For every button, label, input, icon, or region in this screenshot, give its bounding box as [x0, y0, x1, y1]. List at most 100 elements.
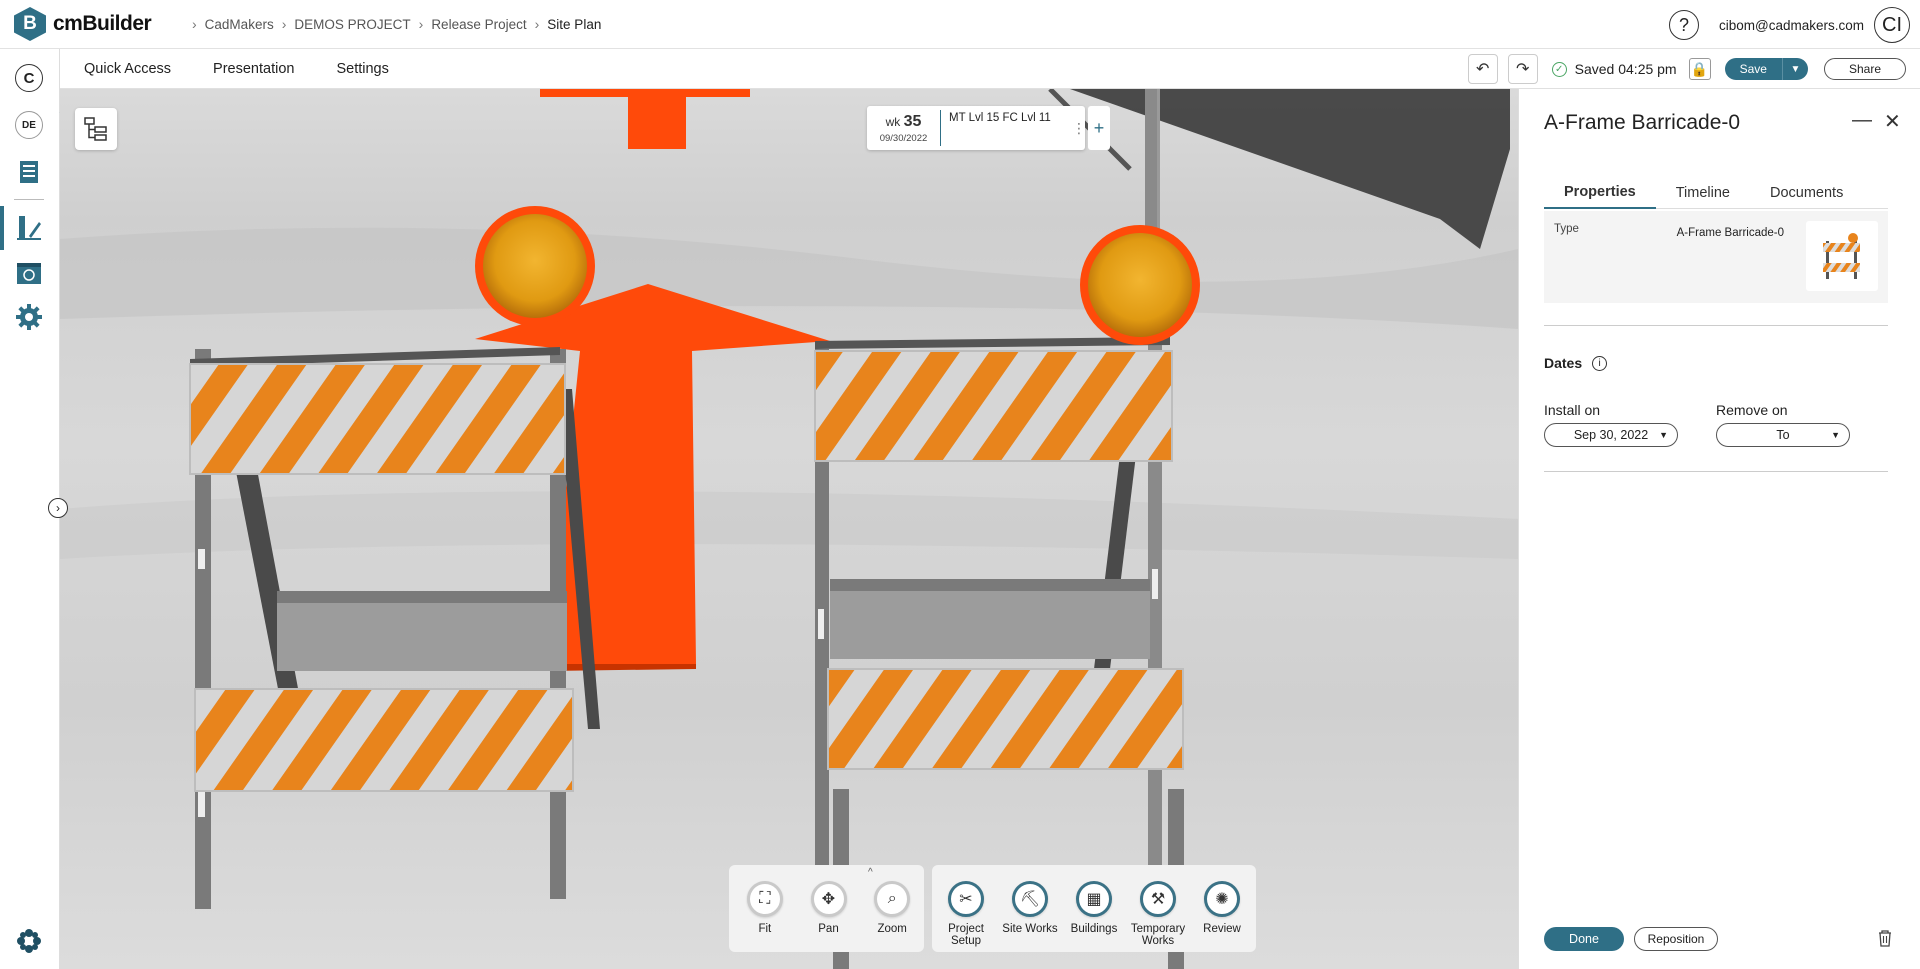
- fit-icon: ⛶: [746, 881, 783, 917]
- fit-tool[interactable]: ⛶ Fit: [733, 881, 797, 952]
- info-icon[interactable]: i: [1592, 355, 1608, 371]
- user-avatar[interactable]: CI: [1874, 7, 1910, 43]
- arrow-marking: [548, 664, 696, 671]
- save-options-button[interactable]: ▼: [1781, 58, 1808, 80]
- kebab-menu-icon[interactable]: ⋮: [1072, 106, 1086, 150]
- top-header: B cmBuilder › CadMakers › DEMOS PROJECT …: [0, 0, 1920, 49]
- tab-documents[interactable]: Documents: [1750, 177, 1863, 209]
- excavator-icon: ⛏: [1012, 881, 1048, 917]
- model-tree-button[interactable]: [75, 108, 117, 150]
- caret-down-icon: ▼: [1659, 430, 1668, 440]
- expand-rail-button[interactable]: ›: [48, 498, 68, 518]
- divider: [1544, 471, 1888, 472]
- undo-icon: ↶: [1475, 61, 1490, 78]
- review-tool[interactable]: ✺ Review: [1190, 881, 1254, 952]
- undo-button[interactable]: ↶: [1467, 54, 1498, 84]
- add-week-button[interactable]: +: [1088, 106, 1110, 150]
- breadcrumb-company[interactable]: CadMakers: [205, 17, 274, 32]
- type-label: Type: [1554, 223, 1579, 235]
- zoom-tool[interactable]: ⌕ Zoom: [860, 881, 924, 952]
- arrow-marking-top: [628, 89, 686, 149]
- chevron-right-icon: ›: [534, 16, 540, 32]
- menu-settings[interactable]: Settings: [336, 61, 388, 77]
- navigation-toolbar: ^ ⛶ Fit ✥ Pan ⌕ Zoom: [729, 865, 924, 952]
- saved-status: ✓ Saved 04:25 pm: [1551, 61, 1677, 77]
- user-email[interactable]: cibom@cadmakers.com: [1719, 18, 1864, 33]
- rail-site-plan[interactable]: [11, 210, 47, 246]
- rail-calendar[interactable]: [11, 255, 47, 291]
- type-value: A-Frame Barricade-0: [1676, 227, 1784, 239]
- close-icon[interactable]: ✕: [1884, 109, 1901, 134]
- breadcrumb-current: Site Plan: [547, 16, 602, 32]
- app-logo[interactable]: B cmBuilder: [14, 7, 164, 41]
- week-number: 35: [903, 112, 922, 130]
- redo-button[interactable]: ↷: [1507, 54, 1538, 84]
- install-date-select[interactable]: Sep 30, 2022 ▼: [1544, 423, 1678, 447]
- save-button[interactable]: Save: [1724, 58, 1782, 80]
- project-switch[interactable]: DE: [11, 107, 47, 143]
- active-indicator: [0, 206, 4, 250]
- save-group: Save ▼: [1724, 58, 1808, 80]
- temporary-works-tool[interactable]: ⚒ Temporary Works: [1126, 881, 1190, 952]
- breadcrumb-release[interactable]: Release Project: [431, 17, 526, 32]
- panel-title: A-Frame Barricade-0: [1544, 111, 1741, 134]
- remove-date-select[interactable]: To ▼: [1716, 423, 1850, 447]
- tool-label: Review: [1203, 923, 1241, 935]
- apps-menu[interactable]: [11, 923, 47, 959]
- barricade-thumbnail: [1806, 221, 1878, 291]
- company-icon: C: [15, 64, 43, 92]
- remove-date-value: To: [1776, 428, 1790, 442]
- main-toolbar: ✂ Project Setup ⛏ Site Works ▦ Buildings…: [932, 865, 1256, 952]
- zoom-icon: ⌕: [874, 881, 911, 917]
- tool-label: Fit: [758, 923, 772, 935]
- reposition-button[interactable]: Reposition: [1634, 927, 1718, 951]
- pencil-ruler-icon: [17, 216, 41, 240]
- trash-svg: [1879, 930, 1891, 947]
- project-icon: DE: [15, 111, 43, 139]
- pan-tool[interactable]: ✥ Pan: [797, 881, 861, 952]
- done-button[interactable]: Done: [1544, 927, 1624, 951]
- site-plan-scene[interactable]: [60, 89, 1518, 969]
- rail-schedule[interactable]: [11, 154, 47, 190]
- tool-label: Pan: [818, 923, 839, 935]
- 3d-viewport[interactable]: wk 35 09/30/2022 MT Lvl 15 FC Lvl 11 ⋮ +…: [60, 89, 1518, 969]
- week-card[interactable]: wk 35 09/30/2022 MT Lvl 15 FC Lvl 11 ⋮: [867, 106, 1086, 150]
- crane-icon: ⚒: [1140, 881, 1176, 917]
- company-switch[interactable]: C: [11, 60, 47, 96]
- rail-settings[interactable]: [11, 299, 47, 335]
- menu-quick-access[interactable]: Quick Access: [84, 61, 171, 77]
- minimize-icon[interactable]: —: [1852, 109, 1872, 132]
- tools-icon: ✂: [948, 881, 984, 917]
- share-button[interactable]: Share: [1823, 58, 1906, 80]
- tab-properties[interactable]: Properties: [1544, 177, 1656, 209]
- lock-icon[interactable]: 🔒: [1688, 58, 1711, 80]
- trash-icon[interactable]: [1875, 927, 1895, 949]
- panel-tabs: Properties Timeline Documents: [1544, 177, 1888, 209]
- tool-label: Temporary Works: [1130, 923, 1186, 947]
- site-works-tool[interactable]: ⛏ Site Works: [998, 881, 1062, 952]
- project-setup-tool[interactable]: ✂ Project Setup: [934, 881, 998, 952]
- saved-text: Saved 04:25 pm: [1574, 61, 1677, 77]
- chevron-up-icon[interactable]: ^: [868, 867, 873, 878]
- install-date-value: Sep 30, 2022: [1573, 428, 1649, 442]
- breadcrumb-project[interactable]: DEMOS PROJECT: [294, 17, 410, 32]
- tool-label: Buildings: [1070, 923, 1118, 935]
- week-date: 09/30/2022: [879, 132, 928, 144]
- help-button[interactable]: ?: [1669, 10, 1699, 40]
- chevron-right-icon: ›: [56, 501, 60, 515]
- menu-presentation[interactable]: Presentation: [213, 61, 294, 77]
- properties-panel: A-Frame Barricade-0 — ✕ Properties Timel…: [1518, 89, 1920, 969]
- install-label: Install on: [1544, 402, 1601, 418]
- divider: [1544, 325, 1888, 326]
- tab-timeline[interactable]: Timeline: [1656, 177, 1750, 209]
- pan-icon: ✥: [810, 881, 847, 917]
- type-section: Type A-Frame Barricade-0: [1544, 211, 1888, 303]
- tool-label: Zoom: [877, 923, 907, 935]
- calendar-icon: [17, 263, 41, 284]
- gear-icon: [16, 304, 42, 330]
- floor-shadow: [60, 491, 1518, 559]
- buildings-tool[interactable]: ▦ Buildings: [1062, 881, 1126, 952]
- week-prefix: wk: [885, 114, 901, 129]
- chevron-right-icon: ›: [281, 16, 287, 32]
- check-circle-icon: ✓: [1551, 61, 1567, 77]
